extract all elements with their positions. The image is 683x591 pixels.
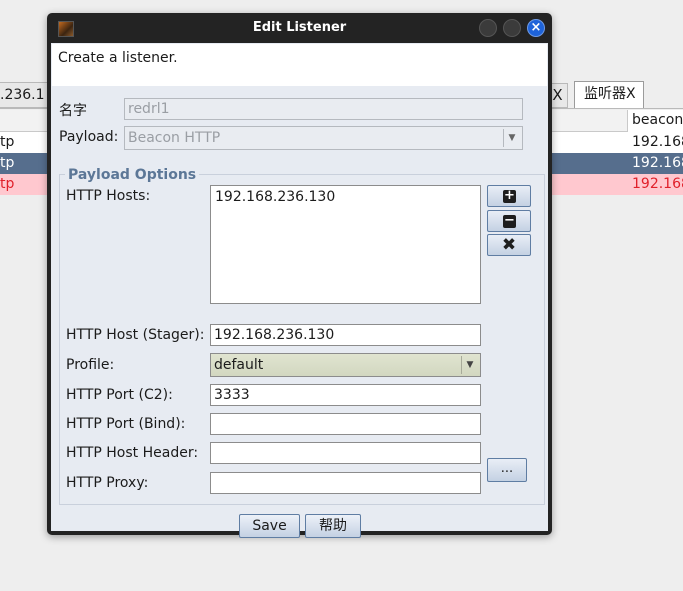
- payload-options-title: Payload Options: [65, 167, 200, 183]
- proxy-settings-button[interactable]: ...: [487, 458, 527, 482]
- minus-icon: −: [503, 213, 516, 228]
- minimize-button[interactable]: [479, 19, 497, 37]
- http-host-stager-label: HTTP Host (Stager):: [66, 327, 205, 343]
- payload-label: Payload:: [59, 129, 119, 145]
- dialog-body: Create a listener. 名字 redrl1 Payload: Be…: [51, 43, 548, 538]
- http-host-header-label: HTTP Host Header:: [66, 445, 199, 461]
- http-host-header-field[interactable]: [210, 442, 481, 464]
- row-payload-cell: tp: [0, 176, 15, 192]
- close-icon: ×: [530, 20, 542, 35]
- maximize-button[interactable]: [503, 19, 521, 37]
- list-item[interactable]: 192.168.236.130: [211, 186, 480, 205]
- description-area: Create a listener.: [52, 44, 547, 86]
- background-tab-listeners[interactable]: 监听器X: [574, 81, 644, 108]
- http-port-c2-field[interactable]: 3333: [210, 384, 481, 406]
- profile-label: Profile:: [66, 357, 115, 373]
- profile-selected-value: default: [214, 357, 264, 373]
- http-port-bind-label: HTTP Port (Bind):: [66, 416, 186, 432]
- http-port-c2-label: HTTP Port (C2):: [66, 387, 173, 403]
- dialog-titlebar[interactable]: Edit Listener ×: [47, 13, 552, 43]
- save-button[interactable]: Save: [239, 514, 300, 538]
- row-beacon-cell: 192.168: [632, 176, 683, 192]
- description-text: Create a listener.: [58, 50, 178, 66]
- http-port-bind-field[interactable]: [210, 413, 481, 435]
- background-tab-ip[interactable]: .236.1: [0, 82, 50, 108]
- row-beacon-cell: 192.168: [632, 155, 683, 171]
- payload-selected-value: Beacon HTTP: [128, 130, 221, 146]
- http-proxy-label: HTTP Proxy:: [66, 475, 149, 491]
- name-label: 名字: [59, 103, 87, 119]
- chevron-down-icon: ▼: [461, 356, 478, 374]
- row-beacon-cell: 192.168: [632, 134, 683, 150]
- plus-icon: +: [503, 188, 516, 203]
- remove-host-button[interactable]: −: [487, 210, 531, 232]
- name-field[interactable]: redrl1: [124, 98, 523, 120]
- edit-listener-dialog: Edit Listener × Create a listener. 名字 re…: [47, 13, 552, 538]
- help-button[interactable]: 帮助: [305, 514, 361, 538]
- background-column-beacon[interactable]: beacon: [627, 110, 683, 132]
- http-hosts-list[interactable]: 192.168.236.130: [210, 185, 481, 304]
- payload-select[interactable]: Beacon HTTP ▼: [124, 126, 523, 150]
- http-hosts-label: HTTP Hosts:: [66, 188, 151, 204]
- x-icon: ✖: [501, 235, 517, 255]
- row-payload-cell: tp: [0, 155, 15, 171]
- dialog-title: Edit Listener: [252, 20, 347, 35]
- row-payload-cell: tp: [0, 134, 15, 150]
- profile-select[interactable]: default ▼: [210, 353, 481, 377]
- add-host-button[interactable]: +: [487, 185, 531, 207]
- http-host-stager-field[interactable]: 192.168.236.130: [210, 324, 481, 346]
- close-button[interactable]: ×: [527, 19, 545, 37]
- clear-hosts-button[interactable]: ✖: [487, 234, 531, 256]
- chevron-down-icon: ▼: [503, 129, 520, 147]
- http-proxy-field[interactable]: [210, 472, 481, 494]
